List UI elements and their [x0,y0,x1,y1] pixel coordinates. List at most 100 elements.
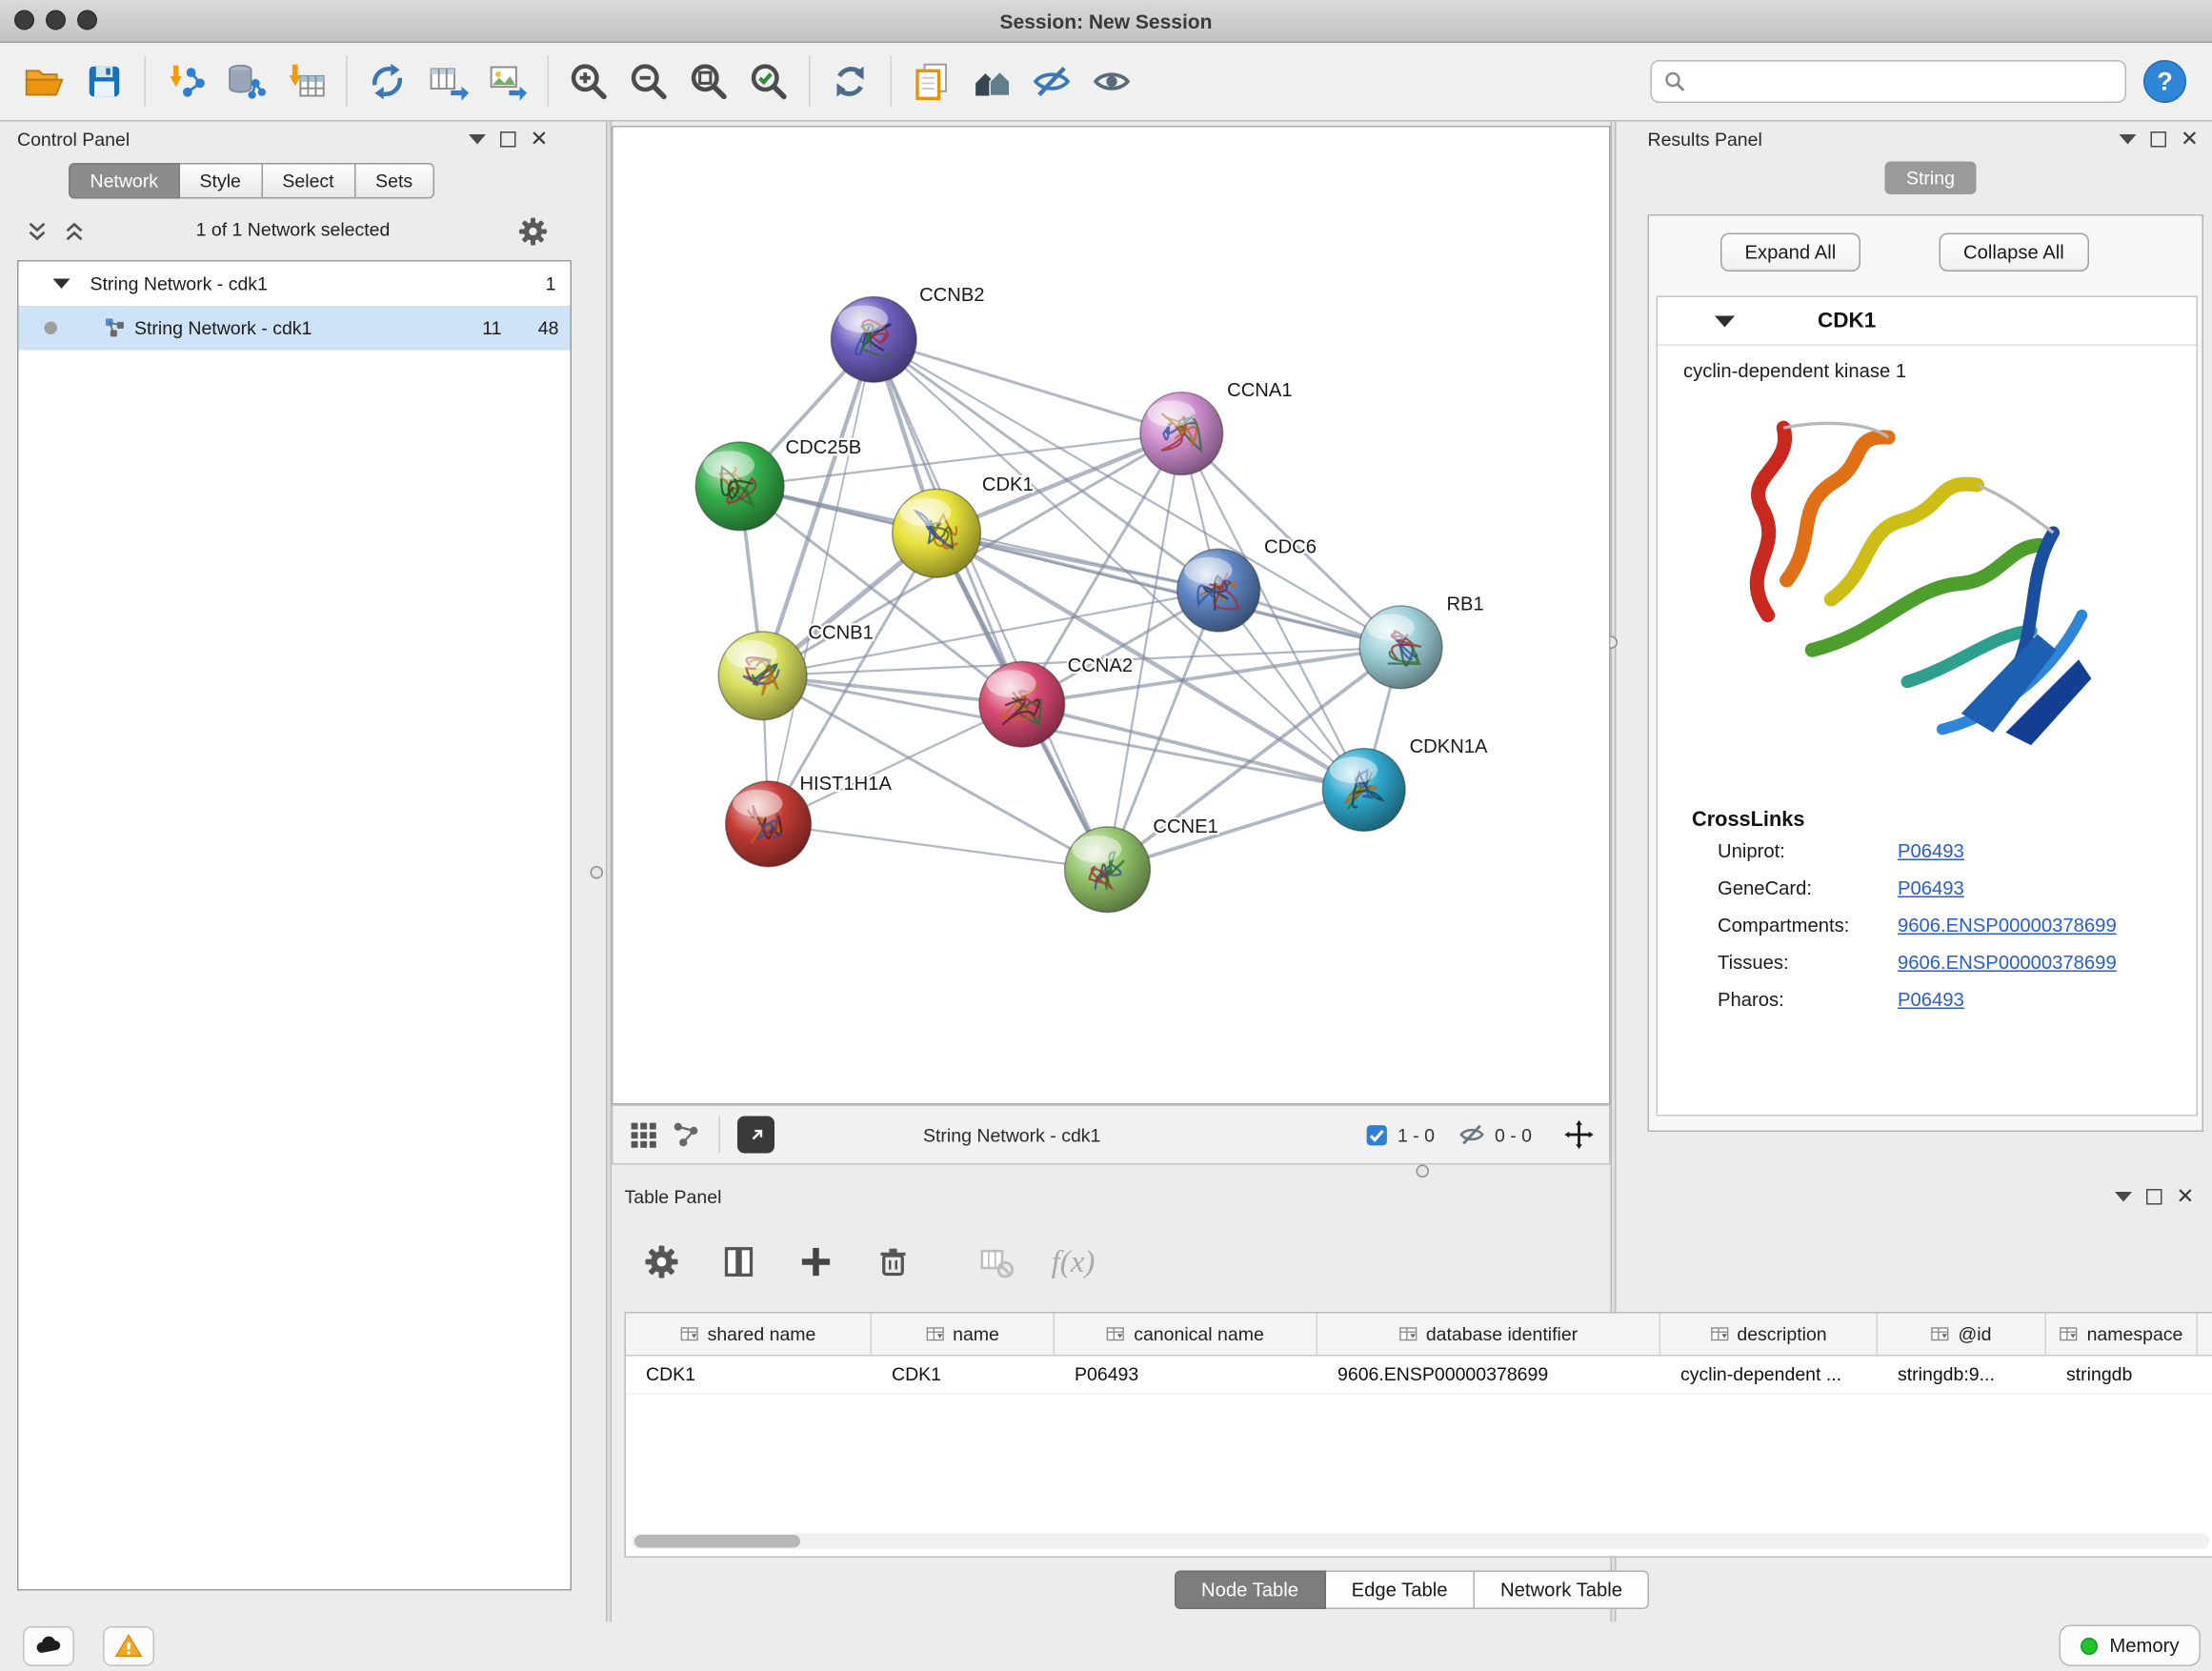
edge-CCNA2-CDKN1A[interactable] [1022,704,1364,790]
pan-crosshair-icon[interactable] [1563,1119,1595,1151]
panel-collapse-icon[interactable] [2120,134,2137,145]
tab-network-table[interactable]: Network Table [1475,1571,1649,1610]
expand-all-icon[interactable] [63,220,86,243]
copy-document-button[interactable] [902,50,962,113]
network-node-CCNB2[interactable] [831,296,916,382]
network-node-RB1[interactable] [1359,606,1442,689]
network-node-CDK1[interactable] [893,489,981,577]
search-input[interactable] [1695,70,2114,92]
tab-node-table[interactable]: Node Table [1174,1571,1325,1610]
column-header-description[interactable]: description [1660,1314,1878,1356]
table-cell[interactable]: CDK1 [626,1357,872,1394]
table-cell[interactable]: cyclin-dependent ... [1660,1357,1878,1394]
window-zoom-button[interactable] [77,10,97,30]
show-panel-button[interactable] [1082,50,1142,113]
column-header-database-identifier[interactable]: database identifier [1317,1314,1660,1356]
grid-view-icon[interactable] [628,1119,659,1151]
column-header-namespace[interactable]: namespace [2046,1314,2198,1356]
column-header-canonical-name[interactable]: canonical name [1055,1314,1317,1356]
apply-layout-button[interactable] [820,50,880,113]
export-view-button[interactable] [737,1117,774,1154]
network-node-CCNA1[interactable] [1140,393,1223,475]
tab-string[interactable]: String [1885,162,1977,195]
network-node-CCNE1[interactable] [1065,827,1151,913]
crosslink-value[interactable]: P06493 [1898,840,1964,862]
window-close-button[interactable] [14,10,34,30]
crosslink-value[interactable]: P06493 [1898,877,1964,899]
network-view[interactable]: CCNB2CCNA1CDC25BCDK1CDC6RB1CCNB1CCNA2CDK… [612,126,1611,1105]
table-data-row[interactable]: CDK1CDK1P064939606.ENSP00000378699cyclin… [626,1357,2212,1396]
edge-CCNB2-CCNE1[interactable] [874,339,1107,869]
scrollbar-thumb[interactable] [634,1535,800,1548]
save-session-button[interactable] [74,50,134,113]
zoom-fit-button[interactable] [679,50,739,113]
edge-CCNB2-HIST1H1A[interactable] [769,339,875,824]
network-options-gear-icon[interactable] [517,216,549,248]
import-network-database-button[interactable] [216,50,276,113]
network-node-CDC6[interactable] [1177,549,1260,632]
export-table-button[interactable] [417,50,477,113]
panel-float-icon[interactable] [500,131,516,148]
disclosure-triangle-icon[interactable] [53,279,70,290]
table-cell[interactable]: CDK1 [872,1357,1055,1394]
delete-button[interactable] [865,1234,922,1291]
show-columns-button[interactable] [711,1234,768,1291]
zoom-out-button[interactable] [619,50,679,113]
memory-button[interactable]: Memory [2060,1625,2201,1667]
expand-all-button[interactable]: Expand All [1720,233,1860,272]
network-node-CDKN1A[interactable] [1322,749,1405,832]
tab-select[interactable]: Select [262,163,355,199]
hidden-eye-slash-icon[interactable] [1458,1120,1486,1149]
edge-CCNB2-CCNA1[interactable] [874,339,1181,433]
zoom-in-button[interactable] [559,50,619,113]
hide-panel-button[interactable] [1022,50,1082,113]
collapse-all-button[interactable]: Collapse All [1940,233,2089,272]
panel-close-icon[interactable]: ✕ [531,131,549,148]
column-header--id[interactable]: @id [1878,1314,2046,1356]
crosslink-value[interactable]: 9606.ENSP00000378699 [1898,915,2117,936]
table-cell[interactable]: 9606.ENSP00000378699 [1317,1357,1660,1394]
panel-float-icon[interactable] [2151,131,2167,148]
import-table-button[interactable] [276,50,336,113]
network-node-CDC25B[interactable] [695,442,784,531]
table-settings-button[interactable] [633,1234,691,1291]
left-splitter-handle[interactable] [591,866,604,879]
export-image-button[interactable] [477,50,537,113]
collapse-all-icon[interactable] [26,220,49,243]
panel-float-icon[interactable] [2146,1189,2162,1205]
clear-table-button[interactable] [968,1234,1025,1291]
tab-network[interactable]: Network [69,163,180,199]
add-row-button[interactable] [788,1234,845,1291]
gene-section-header[interactable]: CDK1 [1658,297,2197,346]
table-cell[interactable]: stringdb [2046,1357,2198,1394]
share-view-icon[interactable] [671,1119,702,1151]
table-cell[interactable]: P06493 [1055,1357,1317,1394]
network-node-HIST1H1A[interactable] [726,781,812,867]
column-header-name[interactable]: name [872,1314,1055,1356]
crosslink-value[interactable]: 9606.ENSP00000378699 [1898,952,2117,974]
section-disclosure-icon[interactable] [1715,315,1735,327]
selected-checkbox-icon[interactable] [1364,1122,1389,1147]
panel-collapse-icon[interactable] [469,134,486,145]
column-header-shared-name[interactable]: shared name [626,1314,872,1356]
network-node-CCNB1[interactable] [718,632,807,720]
panel-close-icon[interactable]: ✕ [2181,131,2199,148]
network-row[interactable]: String Network - cdk1 11 48 [19,306,571,351]
window-minimize-button[interactable] [46,10,66,30]
tab-style[interactable]: Style [180,163,263,199]
zoom-selected-button[interactable] [739,50,799,113]
crosslink-value[interactable]: P06493 [1898,989,1964,1011]
panel-collapse-icon[interactable] [2115,1192,2132,1202]
horizontal-scrollbar[interactable] [632,1534,2209,1550]
search-box[interactable] [1651,60,2127,103]
cybrowser-home-button[interactable] [962,50,1022,113]
cloud-status-button[interactable] [23,1626,74,1666]
tab-edge-table[interactable]: Edge Table [1326,1571,1475,1610]
panel-close-icon[interactable]: ✕ [2177,1189,2195,1205]
table-cell[interactable]: stringdb:9... [1878,1357,2046,1394]
edge-CCNE1-HIST1H1A[interactable] [769,824,1108,870]
network-collection-row[interactable]: String Network - cdk1 1 [19,262,571,307]
function-builder-button[interactable]: f(x) [1045,1234,1102,1291]
network-from-selection-button[interactable] [357,50,417,113]
network-node-CCNA2[interactable] [979,661,1065,747]
